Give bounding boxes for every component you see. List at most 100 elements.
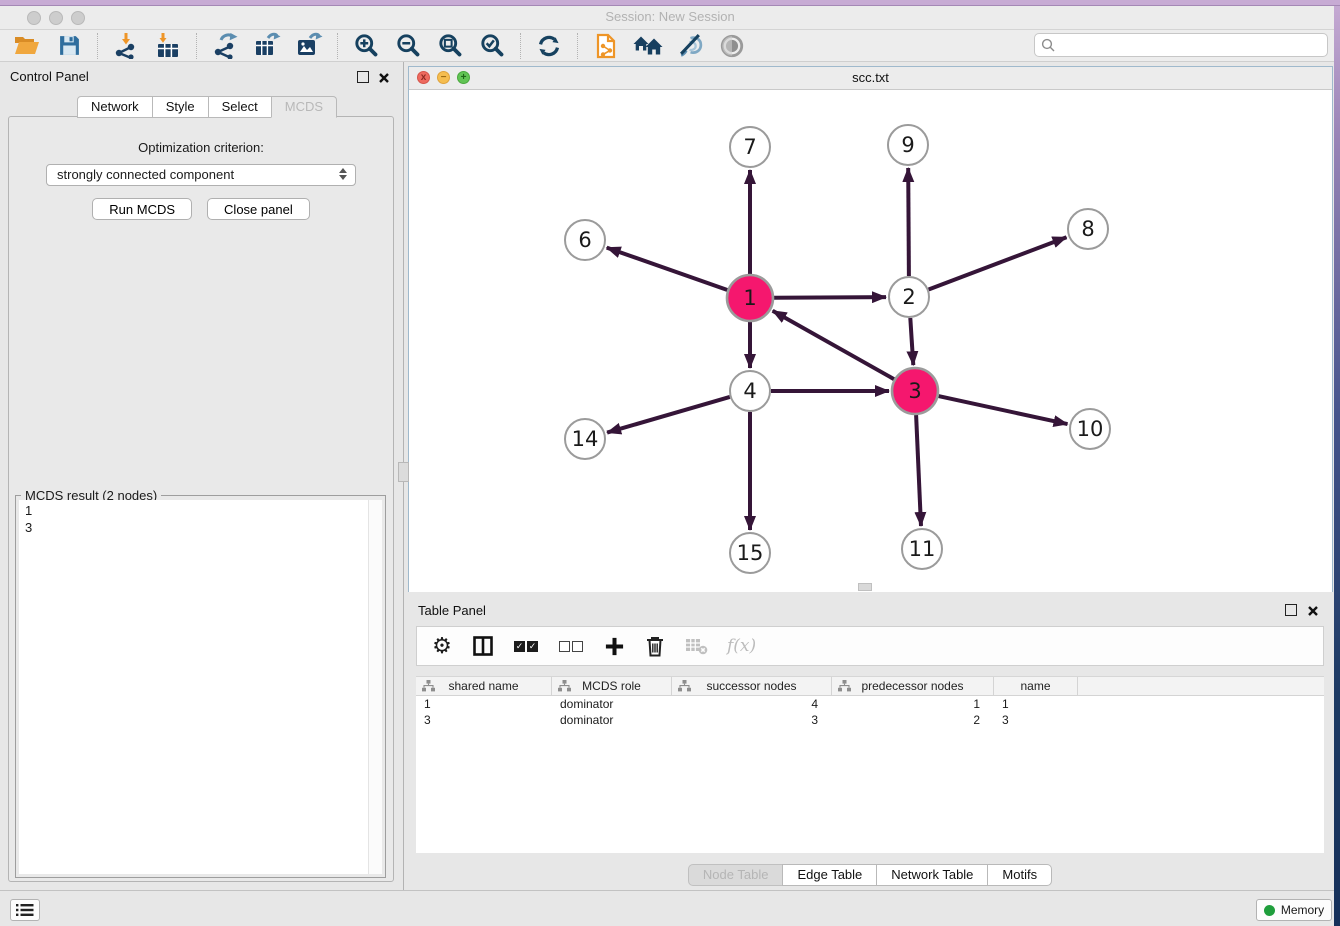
unselect-all-columns-icon[interactable]: [558, 631, 584, 661]
graph-edge-1-2[interactable]: [774, 297, 886, 298]
control-panel: Control Panel NetworkStyleSelectMCDS Opt…: [0, 62, 404, 890]
graph-node-3[interactable]: 3: [892, 368, 938, 414]
select-all-columns-icon[interactable]: ✓✓: [513, 631, 539, 661]
svg-text:10: 10: [1077, 417, 1104, 441]
graph-node-1[interactable]: 1: [727, 275, 773, 321]
graph-edge-2-8[interactable]: [929, 237, 1067, 289]
graph-edge-3-1[interactable]: [773, 311, 895, 379]
tab-select[interactable]: Select: [208, 96, 272, 118]
table-cell-predecessor-nodes[interactable]: 2: [832, 713, 994, 727]
vertical-splitter-handle[interactable]: [398, 462, 409, 482]
column-header-shared-name[interactable]: shared name: [416, 677, 552, 695]
search-icon: [1041, 38, 1055, 52]
tab-style[interactable]: Style: [152, 96, 209, 118]
graph-edge-2-3[interactable]: [910, 318, 913, 365]
tab-motifs[interactable]: Motifs: [987, 864, 1052, 886]
column-header-successor-nodes[interactable]: successor nodes: [672, 677, 832, 695]
import-network-icon[interactable]: [109, 31, 143, 61]
close-table-panel-icon[interactable]: [1307, 604, 1319, 616]
zoom-out-icon[interactable]: [391, 31, 425, 61]
new-network-from-file-icon[interactable]: [589, 31, 623, 61]
tab-network[interactable]: Network: [77, 96, 153, 118]
zoom-selected-icon[interactable]: [475, 31, 509, 61]
network-view-window: x − + scc.txt 7 9 6 8 1 2 4 3 14 10 15 11: [408, 66, 1333, 592]
memory-button[interactable]: Memory: [1256, 899, 1332, 921]
float-panel-icon[interactable]: [357, 71, 369, 83]
close-panel-icon[interactable]: [378, 71, 390, 83]
graph-node-11[interactable]: 11: [902, 529, 942, 569]
refresh-network-icon[interactable]: [532, 31, 566, 61]
graph-node-9[interactable]: 9: [888, 125, 928, 165]
column-type-icon: [838, 680, 851, 692]
zoom-fit-icon[interactable]: [433, 31, 467, 61]
network-graph[interactable]: 7 9 6 8 1 2 4 3 14 10 15 11: [409, 90, 1332, 592]
mcds-result-line: 1: [25, 502, 376, 519]
graph-node-6[interactable]: 6: [565, 220, 605, 260]
memory-status-dot: [1264, 905, 1275, 916]
table-cell-shared-name[interactable]: 1: [416, 697, 552, 711]
graph-node-4[interactable]: 4: [730, 371, 770, 411]
svg-text:6: 6: [578, 228, 591, 252]
graph-edge-3-10[interactable]: [939, 396, 1068, 424]
export-network-icon[interactable]: [208, 31, 242, 61]
show-panels-menu-button[interactable]: [10, 899, 40, 921]
graph-node-7[interactable]: 7: [730, 127, 770, 167]
horizontal-splitter-handle[interactable]: [858, 583, 872, 591]
result-scrollbar[interactable]: [368, 500, 382, 874]
create-new-column-icon[interactable]: [603, 631, 625, 661]
search-input[interactable]: [1059, 35, 1323, 55]
desktop-right-strip: [1334, 0, 1340, 926]
delete-columns-icon[interactable]: [644, 631, 666, 661]
tab-network-table[interactable]: Network Table: [876, 864, 988, 886]
column-header-MCDS-role[interactable]: MCDS role: [552, 677, 672, 695]
hide-graphics-details-icon[interactable]: [673, 31, 707, 61]
save-session-icon[interactable]: [52, 31, 86, 61]
table-cell-name[interactable]: 1: [994, 697, 1078, 711]
graph-node-14[interactable]: 14: [565, 419, 605, 459]
zoom-in-icon[interactable]: [349, 31, 383, 61]
search-field[interactable]: [1034, 33, 1328, 57]
table-cell-shared-name[interactable]: 3: [416, 713, 552, 727]
graph-edge-2-9[interactable]: [908, 168, 909, 276]
split-panel-columns-icon[interactable]: [472, 631, 494, 661]
show-network-overview-icon[interactable]: [631, 31, 665, 61]
export-image-icon[interactable]: [292, 31, 326, 61]
graph-edge-4-14[interactable]: [607, 397, 730, 433]
table-options-gear-icon[interactable]: ⚙: [431, 631, 453, 661]
criterion-dropdown[interactable]: strongly connected component: [46, 164, 356, 186]
table-row[interactable]: 3dominator323: [416, 712, 1324, 728]
mcds-result-textarea[interactable]: 13: [19, 500, 382, 874]
run-mcds-button[interactable]: Run MCDS: [92, 198, 192, 220]
table-cell-predecessor-nodes[interactable]: 1: [832, 697, 994, 711]
svg-text:15: 15: [737, 541, 764, 565]
graph-node-8[interactable]: 8: [1068, 209, 1108, 249]
column-header-predecessor-nodes[interactable]: predecessor nodes: [832, 677, 994, 695]
graph-node-10[interactable]: 10: [1070, 409, 1110, 449]
graph-edge-3-11[interactable]: [916, 415, 921, 526]
network-canvas[interactable]: 7 9 6 8 1 2 4 3 14 10 15 11: [409, 90, 1332, 592]
table-cell-successor-nodes[interactable]: 4: [672, 697, 832, 711]
table-cell-name[interactable]: 3: [994, 713, 1078, 727]
network-window-title: scc.txt: [409, 70, 1332, 85]
table-cell-MCDS-role[interactable]: dominator: [552, 697, 672, 711]
mcds-result-line: 3: [25, 519, 376, 536]
svg-text:14: 14: [572, 427, 599, 451]
table-cell-successor-nodes[interactable]: 3: [672, 713, 832, 727]
birds-eye-view-icon[interactable]: [715, 31, 749, 61]
float-table-panel-icon[interactable]: [1285, 604, 1297, 616]
table-cell-MCDS-role[interactable]: dominator: [552, 713, 672, 727]
export-table-icon[interactable]: [250, 31, 284, 61]
tab-node-table[interactable]: Node Table: [688, 864, 784, 886]
open-file-icon[interactable]: [10, 31, 44, 61]
graph-node-2[interactable]: 2: [889, 277, 929, 317]
graph-edge-1-6[interactable]: [607, 248, 728, 290]
tab-edge-table[interactable]: Edge Table: [782, 864, 877, 886]
close-panel-button[interactable]: Close panel: [207, 198, 310, 220]
table-row[interactable]: 1dominator411: [416, 696, 1324, 712]
graph-node-15[interactable]: 15: [730, 533, 770, 573]
column-header-name[interactable]: name: [994, 677, 1078, 695]
tab-mcds[interactable]: MCDS: [271, 96, 337, 118]
svg-text:8: 8: [1081, 217, 1094, 241]
network-window-titlebar[interactable]: x − + scc.txt: [409, 67, 1332, 90]
import-table-icon[interactable]: [151, 31, 185, 61]
